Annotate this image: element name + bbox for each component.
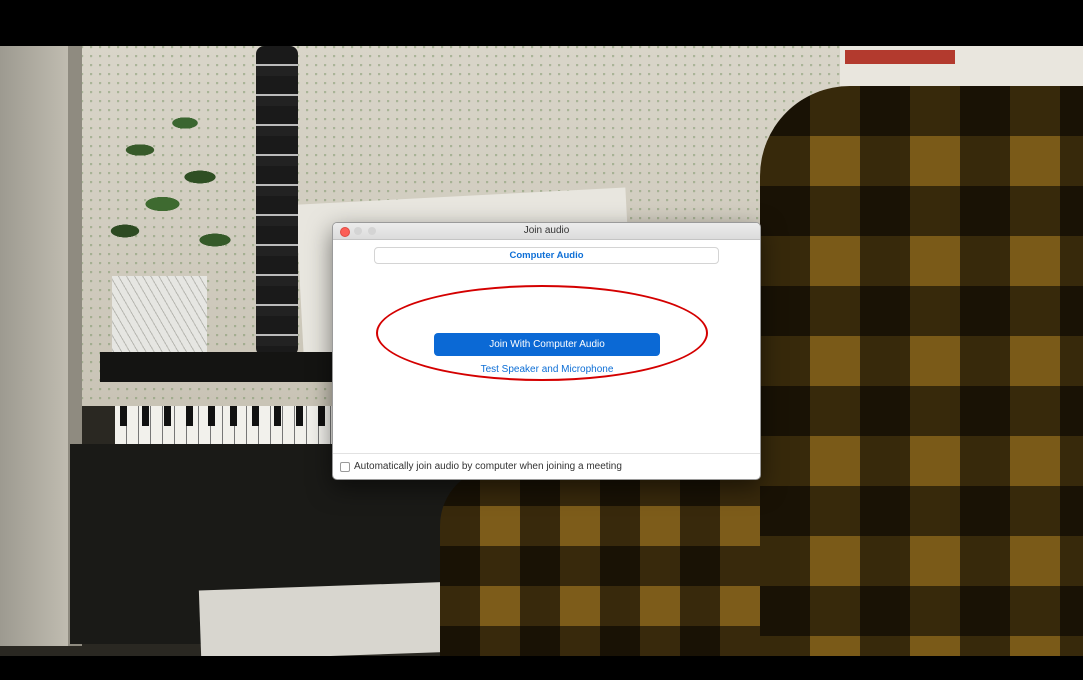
plant	[95, 96, 245, 276]
piano-top	[100, 352, 340, 382]
auto-join-label[interactable]: Automatically join audio by computer whe…	[354, 461, 622, 472]
auto-join-checkbox[interactable]	[340, 462, 350, 472]
window-title: Join audio	[523, 225, 570, 236]
person-arm	[440, 466, 800, 656]
test-speaker-link[interactable]: Test Speaker and Microphone	[434, 364, 660, 375]
piano-black-keys	[120, 406, 330, 426]
shelf-object	[845, 50, 955, 64]
clarinet	[256, 46, 298, 356]
plant-pot	[112, 276, 207, 362]
person	[760, 86, 1083, 656]
join-audio-dialog: Join audio Computer Audio Join With Comp…	[332, 222, 761, 480]
tab-computer-audio[interactable]: Computer Audio	[374, 247, 719, 264]
join-with-computer-audio-button[interactable]: Join With Computer Audio	[434, 333, 660, 356]
titlebar: Join audio	[333, 223, 760, 240]
paper	[198, 581, 462, 656]
divider	[333, 453, 760, 454]
